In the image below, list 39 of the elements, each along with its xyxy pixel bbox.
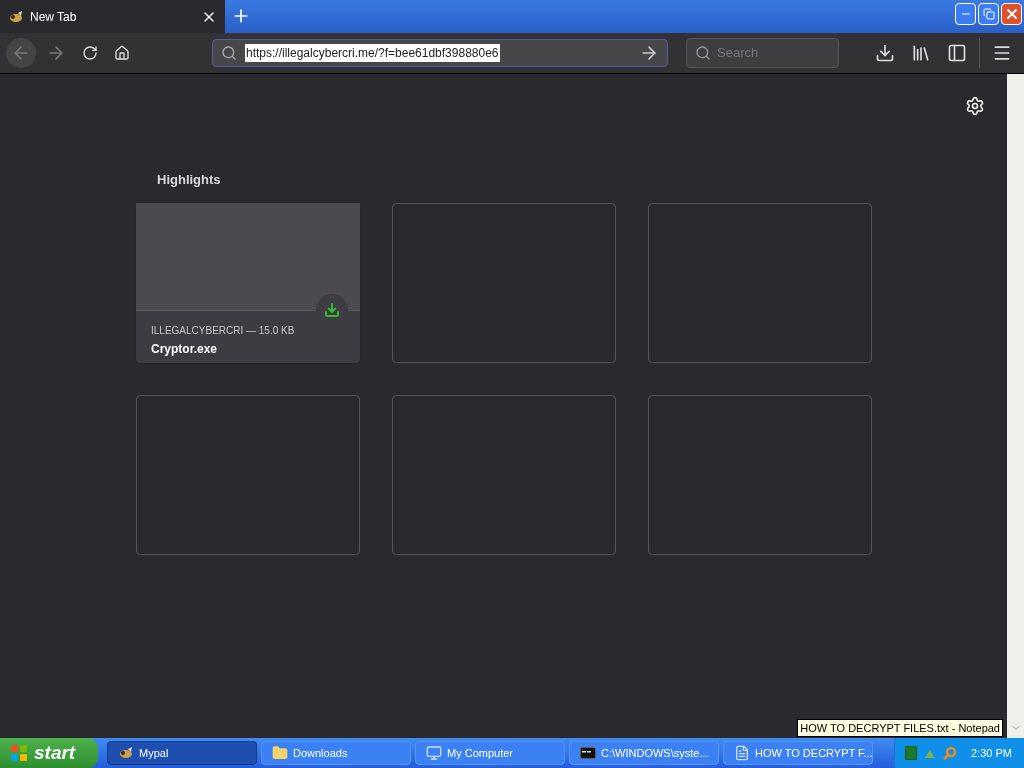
highlight-card[interactable]: ILLEGALCYBERCRI — 15.0 KB Cryptor.exe [136, 202, 360, 363]
scrollbar[interactable] [1007, 74, 1024, 738]
minimize-button[interactable] [955, 3, 976, 25]
console-icon [580, 747, 596, 759]
tab-title: New Tab [30, 8, 78, 26]
section-heading: Highlights [156, 171, 222, 189]
library-icon[interactable] [911, 43, 931, 63]
taskbar-button[interactable]: Mypal [107, 741, 257, 765]
menu-icon[interactable] [992, 43, 1012, 63]
clock: 2:30 PM [971, 745, 1012, 761]
back-button[interactable] [6, 38, 36, 68]
restore-icon [982, 8, 995, 20]
address-bar[interactable]: https://illegalcybercri.me/?f=bee61dbf398880e6 [212, 39, 668, 67]
reload-icon[interactable] [82, 45, 98, 61]
folder-icon [272, 745, 288, 761]
close-button[interactable] [1001, 3, 1022, 25]
browser-tab[interactable]: New Tab [0, 0, 225, 33]
taskbar-button[interactable]: HOW TO DECRYPT F... [723, 741, 873, 765]
computer-icon [426, 745, 442, 761]
card-title: Cryptor.exe [151, 340, 219, 358]
url-text: https://illegalcybercri.me/?f=bee61dbf398880e6 [245, 44, 500, 62]
sidebar-icon[interactable] [947, 43, 967, 63]
tooltip: HOW TO DECRYPT FILES.txt - Notepad [797, 718, 1003, 737]
restore-button[interactable] [978, 3, 999, 25]
search-icon [695, 45, 711, 61]
taskbar-button[interactable]: C:\WINDOWS\syste... [569, 741, 719, 765]
taskbar-button[interactable]: My Computer [415, 741, 565, 765]
home-icon[interactable] [114, 45, 130, 61]
windows-logo [10, 744, 28, 762]
download-icon[interactable] [875, 43, 895, 63]
taskbar-button[interactable]: Downloads [261, 741, 411, 765]
settings-icon[interactable] [965, 96, 985, 116]
card-source: ILLEGALCYBERCRI — 15.0 KB [151, 323, 296, 338]
search-icon [221, 45, 237, 61]
download-icon [324, 301, 340, 318]
start-button[interactable]: start [0, 738, 98, 768]
search-field[interactable]: Search [686, 38, 839, 68]
search-placeholder: Search [717, 44, 759, 63]
document-icon [734, 745, 750, 761]
